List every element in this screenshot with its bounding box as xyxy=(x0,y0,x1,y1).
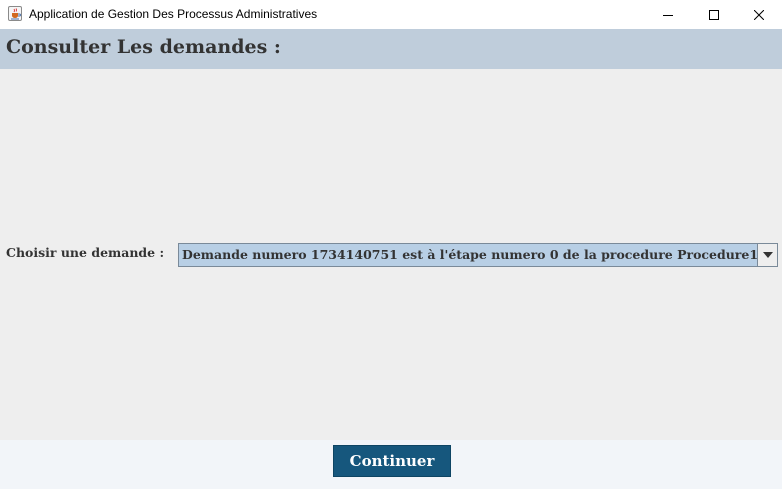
dropdown-arrow-button[interactable] xyxy=(757,244,777,266)
close-button[interactable] xyxy=(736,0,782,29)
close-icon xyxy=(754,9,764,20)
demande-select[interactable]: Demande numero 1734140751 est à l'étape … xyxy=(178,243,778,267)
window-titlebar: Application de Gestion Des Processus Adm… xyxy=(0,0,782,29)
window-title: Application de Gestion Des Processus Adm… xyxy=(29,7,318,21)
minimize-button[interactable] xyxy=(645,0,691,29)
page-title: Consulter Les demandes : xyxy=(6,36,281,58)
maximize-icon xyxy=(709,9,719,20)
minimize-icon xyxy=(663,14,673,16)
chevron-down-icon xyxy=(762,252,773,258)
maximize-button[interactable] xyxy=(691,0,737,29)
footer-bar: Continuer xyxy=(0,440,782,489)
java-coffee-icon xyxy=(8,6,22,21)
demande-select-value: Demande numero 1734140751 est à l'étape … xyxy=(182,247,759,262)
continue-button[interactable]: Continuer xyxy=(333,445,451,477)
page-header: Consulter Les demandes : xyxy=(0,29,782,69)
choose-demande-label: Choisir une demande : xyxy=(6,245,165,260)
